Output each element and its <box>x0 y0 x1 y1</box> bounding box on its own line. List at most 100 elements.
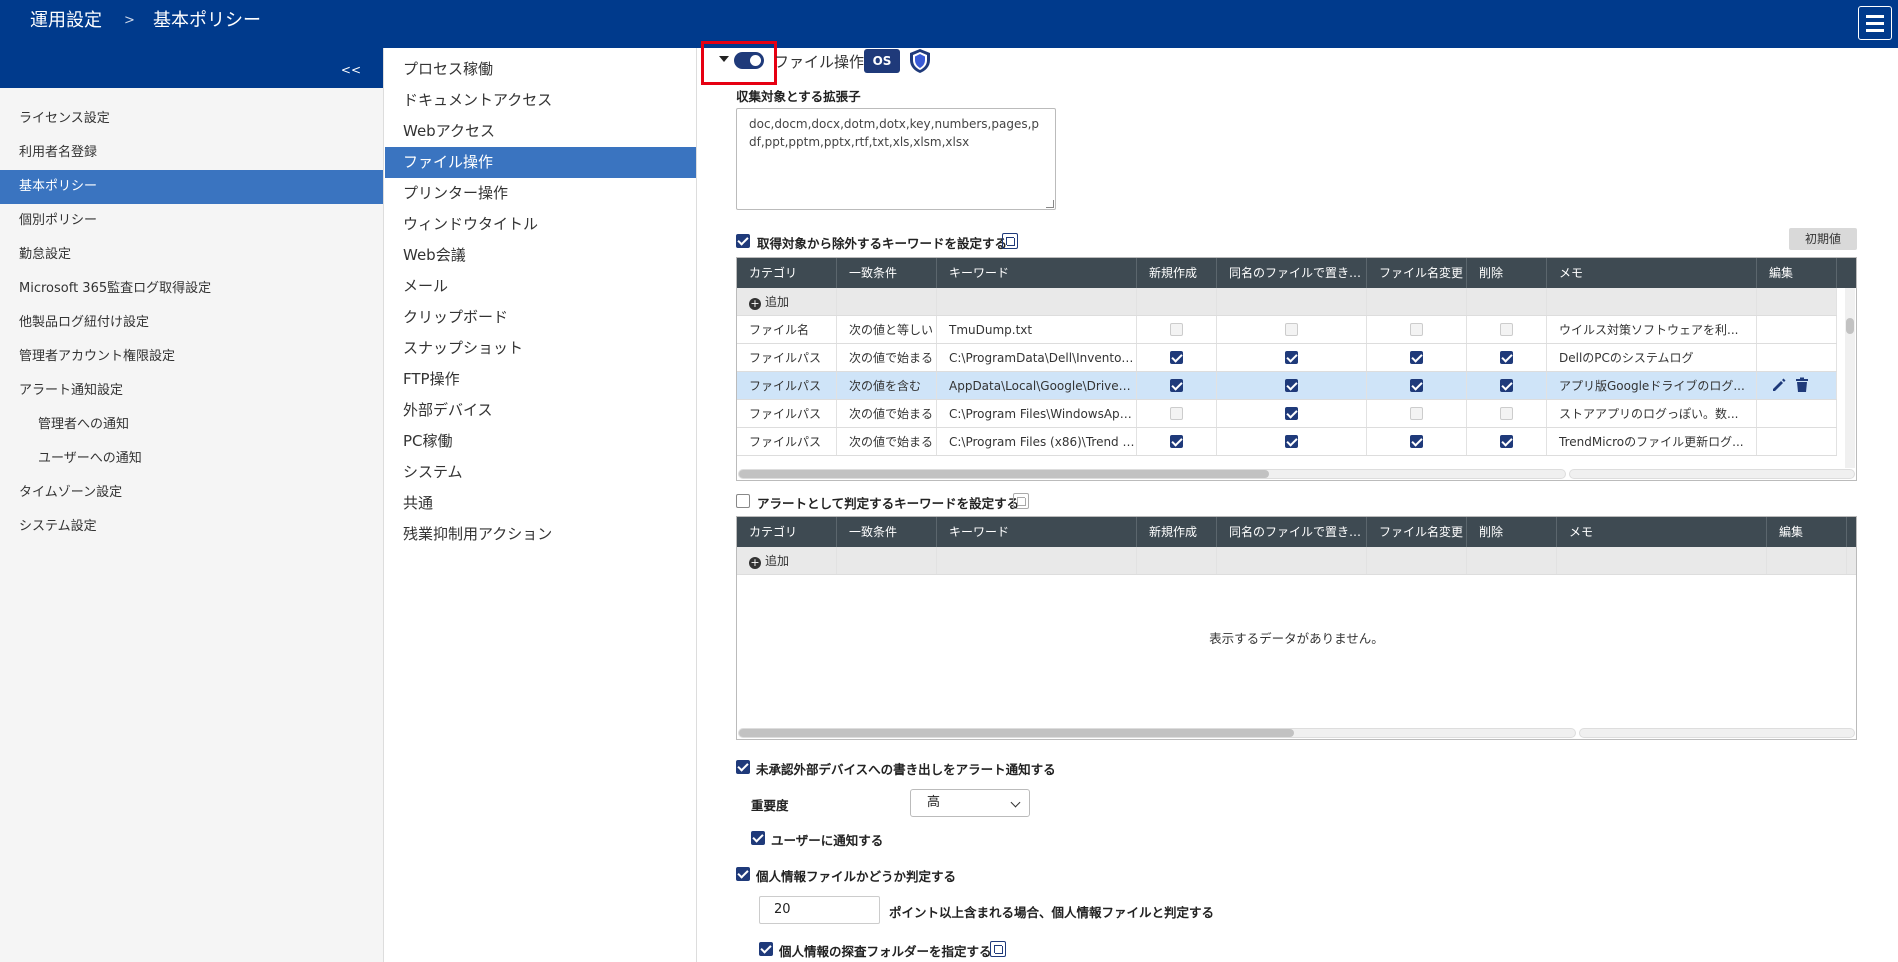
sidebar-item[interactable]: タイムゾーン設定 <box>0 476 383 510</box>
replace-checkbox[interactable] <box>1285 379 1298 392</box>
column-header[interactable]: カテゴリ <box>737 258 837 288</box>
resize-handle[interactable] <box>1046 200 1054 208</box>
column-header[interactable]: メモ <box>1547 258 1757 288</box>
sidebar-collapse-button[interactable]: << <box>0 48 383 88</box>
delete-checkbox[interactable] <box>1500 379 1513 392</box>
create-checkbox[interactable] <box>1170 407 1183 420</box>
sidebar-item[interactable]: 基本ポリシー <box>0 170 383 204</box>
caret-down-icon[interactable] <box>719 56 729 62</box>
rename-checkbox[interactable] <box>1410 435 1423 448</box>
sidebar-item[interactable]: 勤怠設定 <box>0 238 383 272</box>
personal-info-checkbox[interactable] <box>736 867 750 881</box>
policy-menu-item[interactable]: ファイル操作 <box>385 147 696 178</box>
scrollbar-thumb[interactable] <box>739 470 1269 478</box>
column-header[interactable]: 削除 <box>1467 258 1547 288</box>
create-checkbox[interactable] <box>1170 435 1183 448</box>
policy-menu-item[interactable]: システム <box>385 457 696 488</box>
delete-checkbox[interactable] <box>1500 323 1513 336</box>
add-button[interactable]: + 追加 <box>749 295 789 310</box>
column-header[interactable]: 一致条件 <box>837 517 937 547</box>
create-checkbox[interactable] <box>1170 351 1183 364</box>
delete-checkbox[interactable] <box>1500 351 1513 364</box>
column-header[interactable]: 削除 <box>1467 517 1557 547</box>
policy-menu-item[interactable]: Web会議 <box>385 240 696 271</box>
trash-icon[interactable] <box>1795 377 1809 393</box>
alert-keywords-checkbox[interactable] <box>736 494 750 508</box>
pencil-icon[interactable] <box>1771 377 1787 393</box>
table-row[interactable]: ファイルパス 次の値で始まる C:\Program Files\WindowsApp… <box>737 400 1837 428</box>
sidebar-item[interactable]: 管理者への通知 <box>0 408 383 442</box>
column-header[interactable]: 同名のファイルで置き換え <box>1217 517 1367 547</box>
sidebar-item[interactable]: 管理者アカウント権限設定 <box>0 340 383 374</box>
expand-icon[interactable] <box>1002 233 1018 249</box>
sidebar-item[interactable]: Microsoft 365監査ログ取得設定 <box>0 272 383 306</box>
create-checkbox[interactable] <box>1170 379 1183 392</box>
exclude-keywords-checkbox[interactable] <box>736 234 750 248</box>
policy-menu-item[interactable]: スナップショット <box>385 333 696 364</box>
sidebar-item[interactable]: ユーザーへの通知 <box>0 442 383 476</box>
policy-menu-item[interactable]: FTP操作 <box>385 364 696 395</box>
policy-menu-item[interactable]: メール <box>385 271 696 302</box>
rename-checkbox[interactable] <box>1410 323 1423 336</box>
unapproved-device-checkbox[interactable] <box>736 760 750 774</box>
extensions-textarea[interactable]: doc,docm,docx,dotm,dotx,key,numbers,page… <box>736 108 1056 210</box>
rename-checkbox[interactable] <box>1410 351 1423 364</box>
horizontal-scrollbar[interactable] <box>1569 469 1855 479</box>
rename-checkbox[interactable] <box>1410 407 1423 420</box>
sidebar-item[interactable]: システム設定 <box>0 510 383 544</box>
os-badge[interactable]: OS <box>864 49 900 73</box>
replace-checkbox[interactable] <box>1285 323 1298 336</box>
scrollbar-thumb[interactable] <box>1846 318 1854 334</box>
points-input[interactable]: 20 <box>759 896 880 924</box>
horizontal-scrollbar[interactable] <box>738 728 1576 738</box>
policy-menu-item[interactable]: PC稼働 <box>385 426 696 457</box>
policy-menu-item[interactable]: 共通 <box>385 488 696 519</box>
search-folder-checkbox[interactable] <box>759 942 773 956</box>
default-values-button[interactable]: 初期値 <box>1789 228 1857 250</box>
column-header[interactable]: 新規作成 <box>1137 258 1217 288</box>
severity-select[interactable]: 高 <box>910 789 1030 817</box>
policy-menu-item[interactable]: クリップボード <box>385 302 696 333</box>
sidebar-item[interactable]: 他製品ログ紐付け設定 <box>0 306 383 340</box>
horizontal-scrollbar[interactable] <box>1579 728 1855 738</box>
policy-menu-item[interactable]: プリンター操作 <box>385 178 696 209</box>
sidebar-item[interactable]: ライセンス設定 <box>0 102 383 136</box>
vertical-scrollbar[interactable] <box>1845 288 1855 468</box>
table-row[interactable]: ファイルパス 次の値で始まる C:\ProgramData\Dell\Invento… <box>737 344 1837 372</box>
replace-checkbox[interactable] <box>1285 407 1298 420</box>
table-row[interactable]: ファイルパス 次の値を含む AppData\Local\Google\DriveFS… <box>737 372 1837 400</box>
column-header[interactable]: キーワード <box>937 258 1137 288</box>
policy-menu-item[interactable]: ドキュメントアクセス <box>385 85 696 116</box>
policy-menu-item[interactable]: 残業抑制用アクション <box>385 519 696 550</box>
column-header[interactable]: ファイル名変更 <box>1367 517 1467 547</box>
column-header[interactable]: 一致条件 <box>837 258 937 288</box>
policy-menu-item[interactable]: プロセス稼働 <box>385 54 696 85</box>
column-header[interactable]: ファイル名変更 <box>1367 258 1467 288</box>
scrollbar-thumb[interactable] <box>739 729 1294 737</box>
column-header[interactable]: 同名のファイルで置き換え <box>1217 258 1367 288</box>
sidebar-item[interactable]: 利用者名登録 <box>0 136 383 170</box>
notify-user-checkbox[interactable] <box>751 831 765 845</box>
horizontal-scrollbar[interactable] <box>738 469 1566 479</box>
section-enable-toggle[interactable] <box>734 52 764 69</box>
replace-checkbox[interactable] <box>1285 435 1298 448</box>
column-header[interactable]: 編集 <box>1767 517 1847 547</box>
column-header[interactable]: キーワード <box>937 517 1137 547</box>
column-header[interactable]: カテゴリ <box>737 517 837 547</box>
policy-menu-item[interactable]: Webアクセス <box>385 116 696 147</box>
shield-icon[interactable] <box>908 48 932 74</box>
policy-menu-item[interactable]: ウィンドウタイトル <box>385 209 696 240</box>
rename-checkbox[interactable] <box>1410 379 1423 392</box>
column-header[interactable]: 編集 <box>1757 258 1837 288</box>
sidebar-item[interactable]: アラート通知設定 <box>0 374 383 408</box>
delete-checkbox[interactable] <box>1500 407 1513 420</box>
expand-icon[interactable] <box>1013 493 1029 509</box>
column-header[interactable]: メモ <box>1557 517 1767 547</box>
add-button[interactable]: + 追加 <box>749 554 789 569</box>
table-row[interactable]: ファイル名 次の値と等しい TmuDump.txt ウイルス対策ソフトウェアを利... <box>737 316 1837 344</box>
delete-checkbox[interactable] <box>1500 435 1513 448</box>
create-checkbox[interactable] <box>1170 323 1183 336</box>
expand-icon[interactable] <box>990 941 1006 957</box>
breadcrumb-root[interactable]: 運用設定 <box>30 0 102 48</box>
hamburger-icon[interactable] <box>1858 6 1892 40</box>
